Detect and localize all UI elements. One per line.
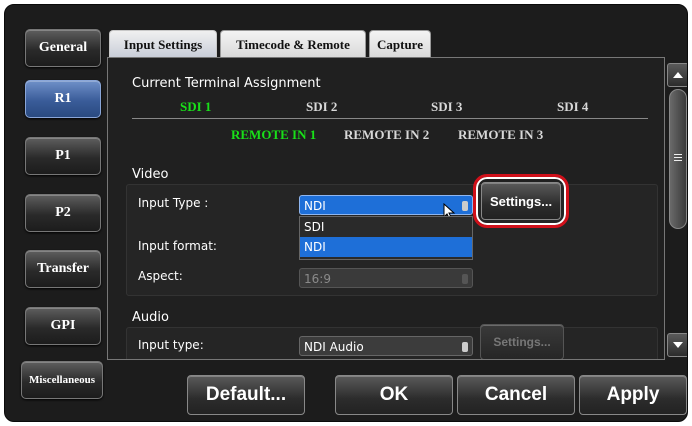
video-input-format-label: Input format: [138,239,217,253]
video-aspect-label: Aspect: [138,269,183,283]
terminal-assignment-title: Current Terminal Assignment [132,76,321,91]
audio-group-title: Audio [132,310,169,325]
dropdown-option-sdi[interactable]: SDI [300,217,472,237]
video-input-type-dropdown: SDI NDI [299,216,473,260]
ok-button[interactable]: OK [335,375,453,415]
audio-input-type-label: Input type: [138,338,204,352]
tab-label: Capture [377,36,423,52]
chevron-down-icon [462,274,468,284]
terminal-remote-in-3: REMOTE IN 3 [458,127,544,142]
scroll-up-button[interactable] [667,63,687,87]
grip-line [674,160,682,161]
sidebar-item-label: GPI [50,318,76,333]
tab-input-settings[interactable]: Input Settings [109,30,217,58]
ok-label: OK [379,384,409,405]
dropdown-option-label: NDI [304,240,326,254]
sidebar-item-transfer[interactable]: Transfer [25,250,101,288]
apply-button[interactable]: Apply [579,375,687,415]
scroll-down-button[interactable] [667,333,687,357]
sidebar-item-miscellaneous[interactable]: Miscellaneous [21,361,103,399]
video-input-type-label: Input Type : [138,196,209,210]
audio-input-type-value: NDI Audio [304,340,364,354]
cancel-label: Cancel [484,384,548,405]
sidebar-item-label: R1 [54,91,72,106]
sidebar-item-label: P1 [55,148,71,163]
tab-capture[interactable]: Capture [369,30,431,58]
sidebar-item-p1[interactable]: P1 [25,137,101,175]
sidebar-item-gpi[interactable]: GPI [25,307,101,345]
terminal-remote-in-1: REMOTE IN 1 [231,127,317,142]
terminal-sdi-1: SDI 1 [180,99,212,114]
tab-label: Timecode & Remote [236,36,350,52]
input-settings-panel: Current Terminal Assignment SDI 1 SDI 2 … [107,57,665,360]
terminal-sdi-2: SDI 2 [306,99,338,114]
chevron-down-icon [462,342,468,352]
terminal-remote-in-2: REMOTE IN 2 [344,127,430,142]
video-settings-button[interactable]: Settings... [481,182,561,220]
cancel-button[interactable]: Cancel [457,375,575,415]
triangle-down-icon [673,342,683,348]
dropdown-option-label: SDI [304,220,325,234]
audio-settings-label: Settings... [493,335,551,349]
sidebar-item-label: Transfer [37,261,89,276]
audio-input-type-select[interactable]: NDI Audio [299,336,473,356]
grip-line [674,157,682,158]
sidebar-item-general[interactable]: General [25,29,101,67]
sidebar-item-label: General [38,40,88,55]
sidebar-item-label: Miscellaneous [29,374,95,386]
apply-label: Apply [606,384,660,405]
terminal-divider [132,118,648,119]
video-input-type-value: NDI [304,199,326,213]
scrollbar-thumb[interactable] [669,89,687,229]
audio-settings-button[interactable]: Settings... [480,324,564,359]
terminal-sdi-3: SDI 3 [431,99,463,114]
video-settings-label: Settings... [489,193,553,209]
grip-line [674,154,682,155]
chevron-down-icon [462,201,468,211]
video-aspect-value: 16:9 [304,272,331,286]
triangle-up-icon [673,72,683,78]
sidebar-item-r1[interactable]: R1 [25,80,101,118]
default-button[interactable]: Default... [187,375,305,415]
tab-timecode-remote[interactable]: Timecode & Remote [220,30,366,58]
terminal-sdi-4: SDI 4 [557,99,589,114]
tab-label: Input Settings [123,36,203,52]
video-group-title: Video [132,167,169,182]
sidebar-item-label: P2 [55,205,71,220]
default-label: Default... [205,384,287,405]
dialog-window: General R1 P1 P2 Transfer GPI Miscellane… [4,4,688,422]
video-aspect-select[interactable]: 16:9 [299,268,473,288]
sidebar-item-p2[interactable]: P2 [25,194,101,232]
dropdown-option-ndi[interactable]: NDI [300,237,472,257]
